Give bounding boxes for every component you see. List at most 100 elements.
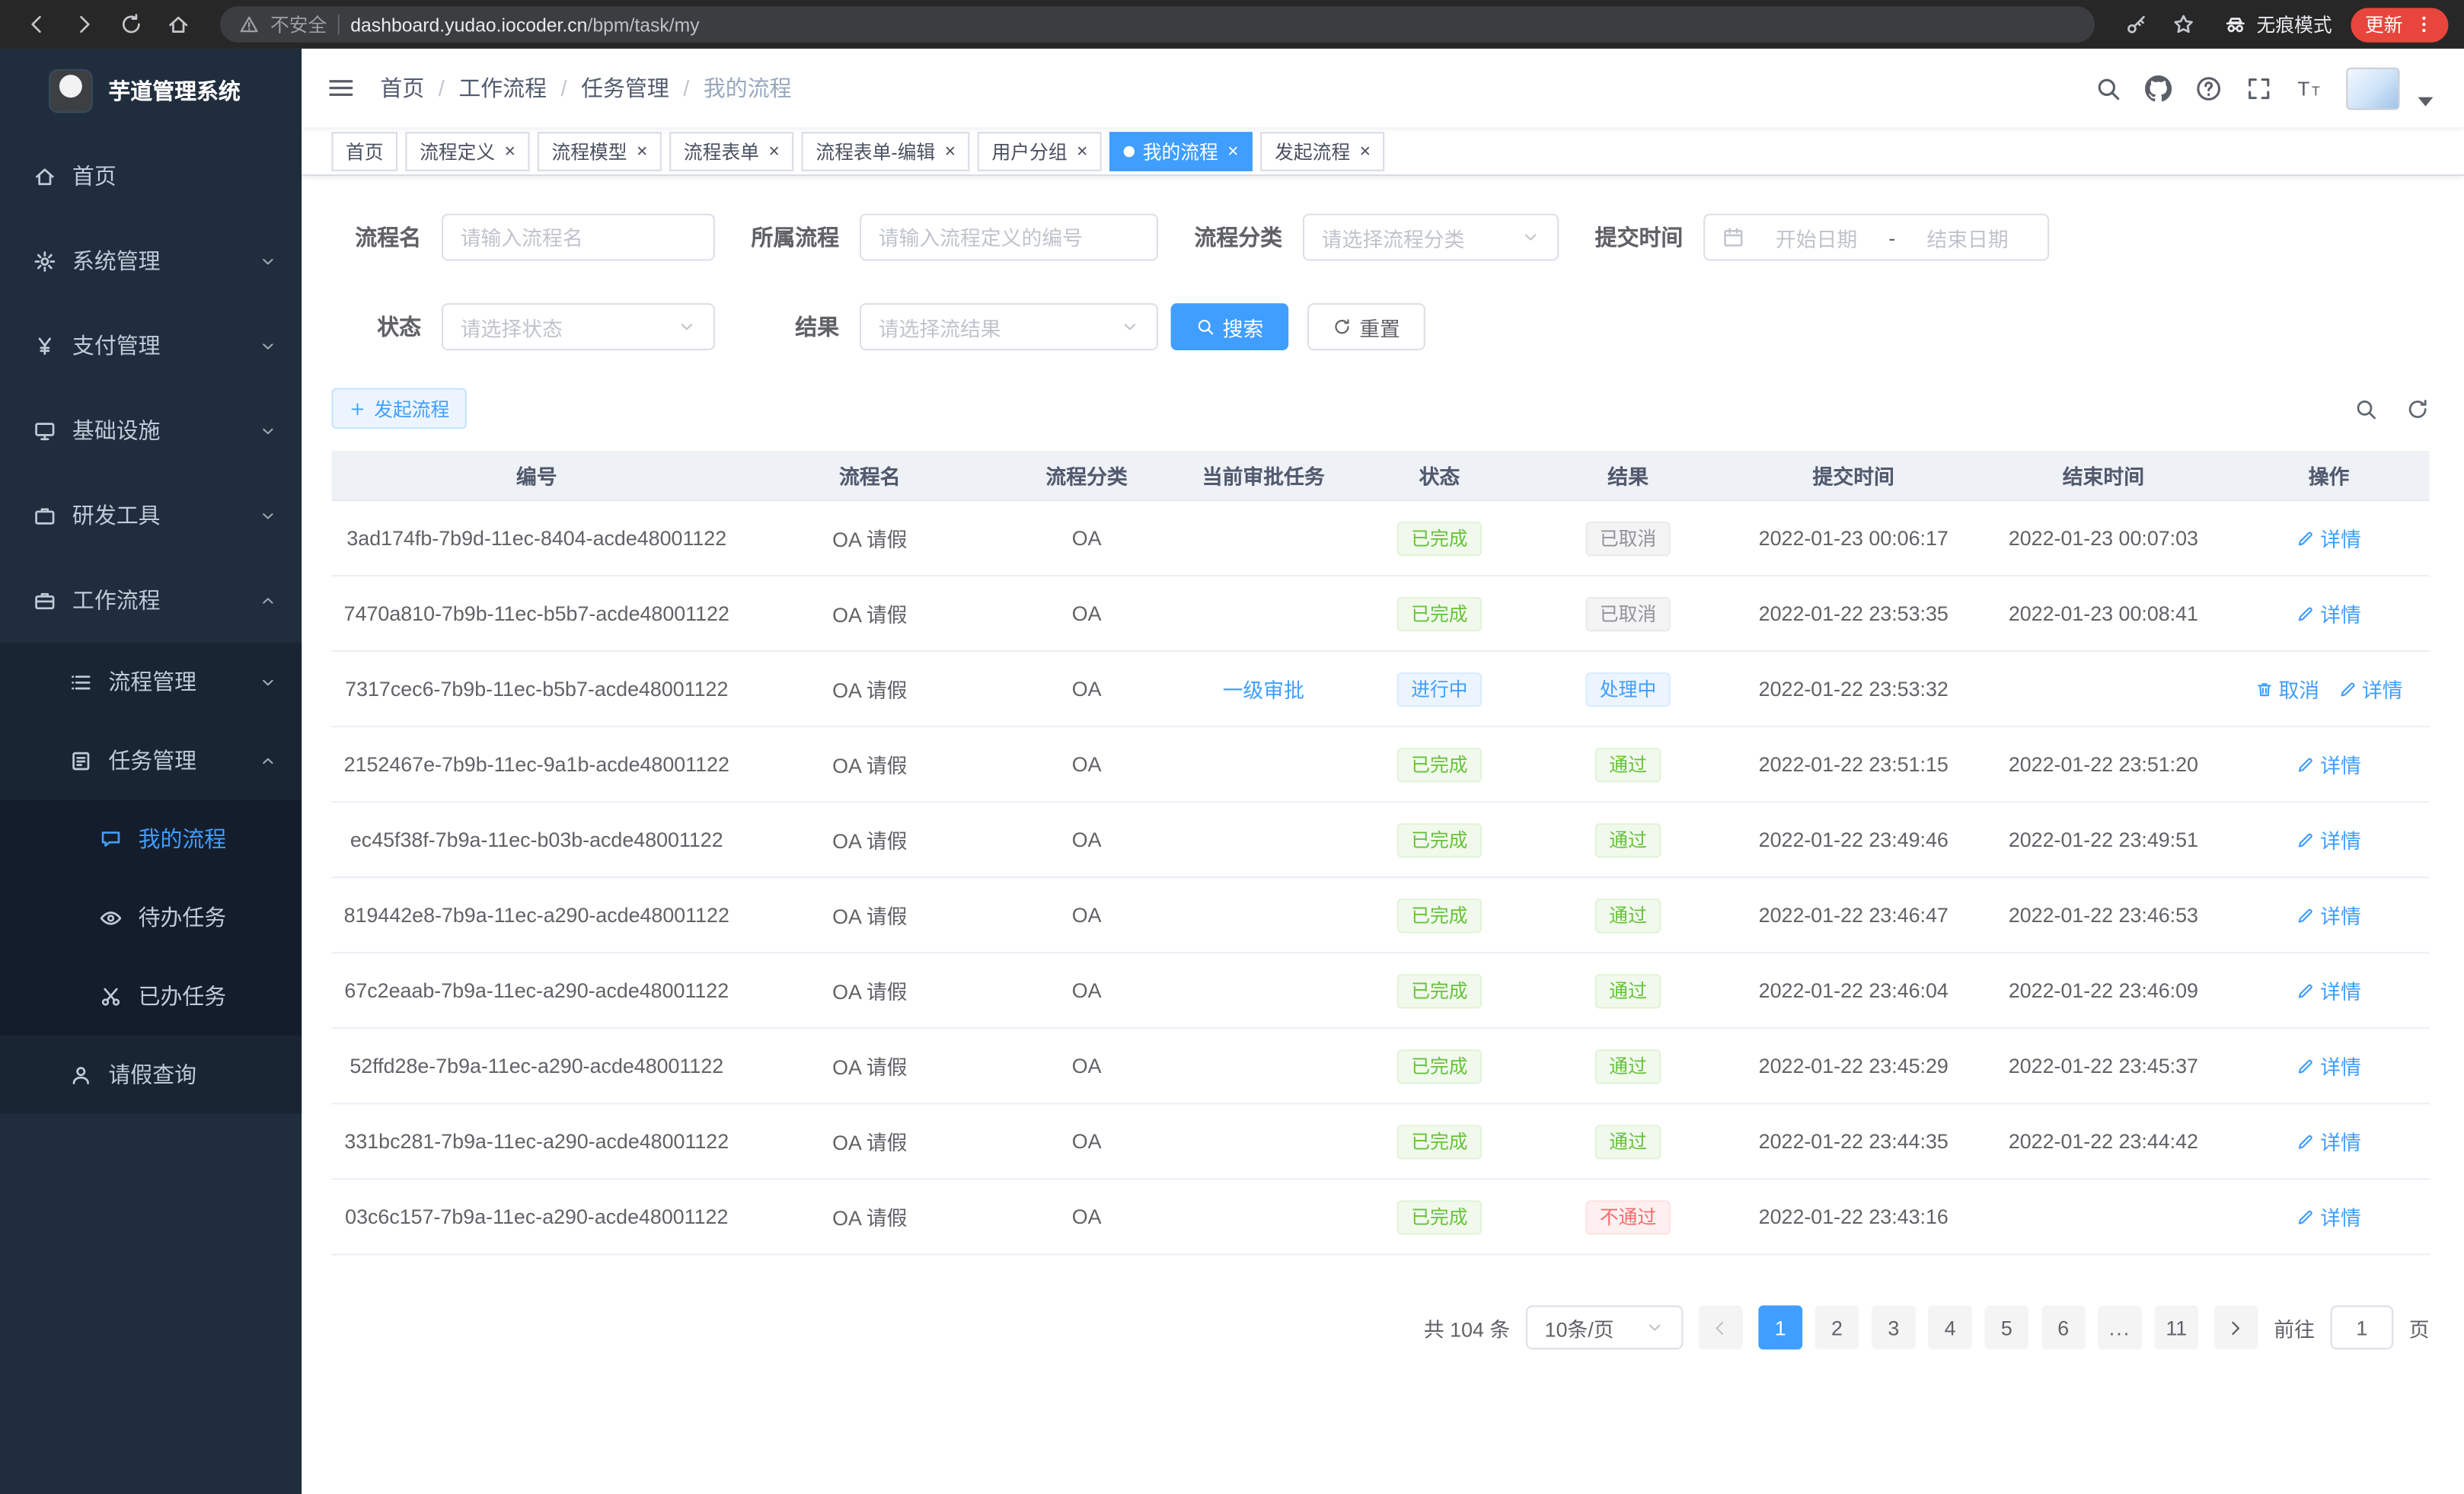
help-icon[interactable] xyxy=(2195,75,2222,101)
view-tab[interactable]: 流程表单 × xyxy=(669,131,793,171)
font-size-icon[interactable]: TT xyxy=(2296,75,2322,101)
close-icon[interactable]: × xyxy=(1077,140,1087,162)
update-button[interactable]: 更新 xyxy=(2351,7,2448,41)
github-icon[interactable] xyxy=(2145,75,2172,101)
close-icon[interactable]: × xyxy=(945,140,956,162)
parent-process-field[interactable] xyxy=(879,225,1140,249)
process-name-input[interactable] xyxy=(442,214,715,261)
column-header[interactable]: 结束时间 xyxy=(1978,460,2228,490)
page-button[interactable]: ... xyxy=(2098,1305,2142,1349)
start-date-placeholder[interactable]: 开始日期 xyxy=(1754,222,1879,252)
page-button[interactable]: 2 xyxy=(1815,1305,1859,1349)
view-tab[interactable]: 发起流程 × xyxy=(1261,131,1385,171)
category-select[interactable]: 请选择流程分类 xyxy=(1303,214,1559,261)
column-header[interactable]: 操作 xyxy=(2228,460,2429,490)
bookmark-star-icon[interactable] xyxy=(2164,5,2205,43)
next-page-button[interactable] xyxy=(2214,1305,2258,1349)
page-button[interactable]: 3 xyxy=(1872,1305,1916,1349)
sidebar-item[interactable]: 已办任务 xyxy=(0,956,302,1035)
detail-action[interactable]: 详情 xyxy=(2296,523,2361,553)
caret-down-icon[interactable] xyxy=(2412,88,2439,114)
breadcrumb-item[interactable]: 我的流程 xyxy=(704,72,792,104)
detail-action[interactable]: 详情 xyxy=(2296,900,2361,930)
sidebar-item[interactable]: 研发工具 xyxy=(0,473,302,557)
sidebar-item[interactable]: 系统管理 xyxy=(0,219,302,303)
view-tab[interactable]: 用户分组 × xyxy=(978,131,1102,171)
cancel-action[interactable]: 取消 xyxy=(2255,674,2320,704)
browser-home-icon[interactable] xyxy=(157,5,198,43)
close-icon[interactable]: × xyxy=(768,140,779,162)
avatar[interactable] xyxy=(2346,67,2399,110)
close-icon[interactable]: × xyxy=(505,140,515,162)
column-header[interactable]: 编号 xyxy=(331,460,742,490)
column-header[interactable]: 当前审批任务 xyxy=(1176,460,1352,490)
view-tab[interactable]: 首页 × xyxy=(331,131,397,171)
page-content: 流程名 所属流程 流程分类 请选择流程分类 xyxy=(302,176,2464,1494)
fullscreen-icon[interactable] xyxy=(2245,75,2272,101)
parent-process-input[interactable] xyxy=(860,214,1158,261)
page-size-select[interactable]: 10条/页 xyxy=(1526,1305,1683,1349)
close-icon[interactable]: × xyxy=(1227,140,1238,162)
result-select[interactable]: 请选择流结果 xyxy=(860,303,1158,350)
page-button[interactable]: 5 xyxy=(1985,1305,2029,1349)
reload-icon[interactable] xyxy=(110,5,151,43)
view-tab[interactable]: 流程模型 × xyxy=(538,131,662,171)
address-bar[interactable]: 不安全 dashboard.yudao.iocoder.cn/bpm/task/… xyxy=(220,6,2095,42)
column-header[interactable]: 结果 xyxy=(1527,460,1728,490)
page-button[interactable]: 11 xyxy=(2154,1305,2198,1349)
reset-button[interactable]: 重置 xyxy=(1307,303,1425,350)
close-icon[interactable]: × xyxy=(1360,140,1371,162)
sidebar-item[interactable]: 任务管理 xyxy=(0,721,302,800)
page-button[interactable]: 4 xyxy=(1928,1305,1972,1349)
detail-action[interactable]: 详情 xyxy=(2296,599,2361,628)
app-logo[interactable]: 芋道管理系统 xyxy=(0,49,302,133)
search-icon[interactable] xyxy=(2095,75,2121,101)
detail-action[interactable]: 详情 xyxy=(2296,749,2361,779)
column-header[interactable]: 状态 xyxy=(1352,460,1527,490)
back-icon[interactable] xyxy=(16,5,57,43)
column-header[interactable]: 流程名 xyxy=(742,460,997,490)
sidebar-item[interactable]: 待办任务 xyxy=(0,878,302,956)
toggle-search-icon[interactable] xyxy=(2354,397,2378,420)
search-button[interactable]: 搜索 xyxy=(1171,303,1289,350)
goto-page-input[interactable] xyxy=(2331,1305,2394,1349)
password-key-icon[interactable] xyxy=(2117,5,2158,43)
security-label[interactable]: 不安全 xyxy=(270,11,327,37)
detail-action[interactable]: 详情 xyxy=(2296,1051,2361,1081)
page-button[interactable]: 6 xyxy=(2041,1305,2086,1349)
browser-menu-icon[interactable] xyxy=(2414,14,2434,35)
detail-action[interactable]: 详情 xyxy=(2296,1202,2361,1231)
forward-icon[interactable] xyxy=(63,5,104,43)
result-tag: 通过 xyxy=(1595,822,1661,857)
detail-action[interactable]: 详情 xyxy=(2296,825,2361,854)
detail-action[interactable]: 详情 xyxy=(2296,1126,2361,1156)
sidebar-item[interactable]: 支付管理 xyxy=(0,303,302,388)
page-button[interactable]: 1 xyxy=(1758,1305,1802,1349)
sidebar-toggle-icon[interactable] xyxy=(327,74,355,102)
detail-action[interactable]: 详情 xyxy=(2338,674,2403,704)
sidebar-item[interactable]: 我的流程 xyxy=(0,800,302,878)
view-tab[interactable]: 流程定义 × xyxy=(405,131,529,171)
breadcrumb-item[interactable]: 工作流程 xyxy=(458,72,581,104)
column-header[interactable]: 提交时间 xyxy=(1728,460,1978,490)
end-date-placeholder[interactable]: 结束日期 xyxy=(1905,222,2031,252)
column-header[interactable]: 流程分类 xyxy=(998,460,1176,490)
status-select[interactable]: 请选择状态 xyxy=(442,303,715,350)
view-tab[interactable]: 流程表单-编辑 × xyxy=(802,131,970,171)
sidebar-item[interactable]: 请假查询 xyxy=(0,1036,302,1114)
sidebar-item[interactable]: 首页 xyxy=(0,133,302,218)
breadcrumb-item[interactable]: 任务管理 xyxy=(581,72,704,104)
sidebar-item[interactable]: 流程管理 xyxy=(0,643,302,721)
submit-time-range[interactable]: 开始日期 - 结束日期 xyxy=(1703,214,2049,261)
process-name-field[interactable] xyxy=(461,225,697,249)
breadcrumb-item[interactable]: 首页 xyxy=(380,72,458,104)
prev-page-button[interactable] xyxy=(1699,1305,1743,1349)
current-task-link[interactable]: 一级审批 xyxy=(1223,678,1304,702)
create-process-button[interactable]: 发起流程 xyxy=(331,388,467,429)
sidebar-item[interactable]: 工作流程 xyxy=(0,557,302,642)
view-tab[interactable]: 我的流程 × xyxy=(1109,131,1253,171)
detail-action[interactable]: 详情 xyxy=(2296,975,2361,1005)
close-icon[interactable]: × xyxy=(637,140,647,162)
sidebar-item[interactable]: 基础设施 xyxy=(0,388,302,473)
refresh-table-icon[interactable] xyxy=(2406,397,2430,420)
